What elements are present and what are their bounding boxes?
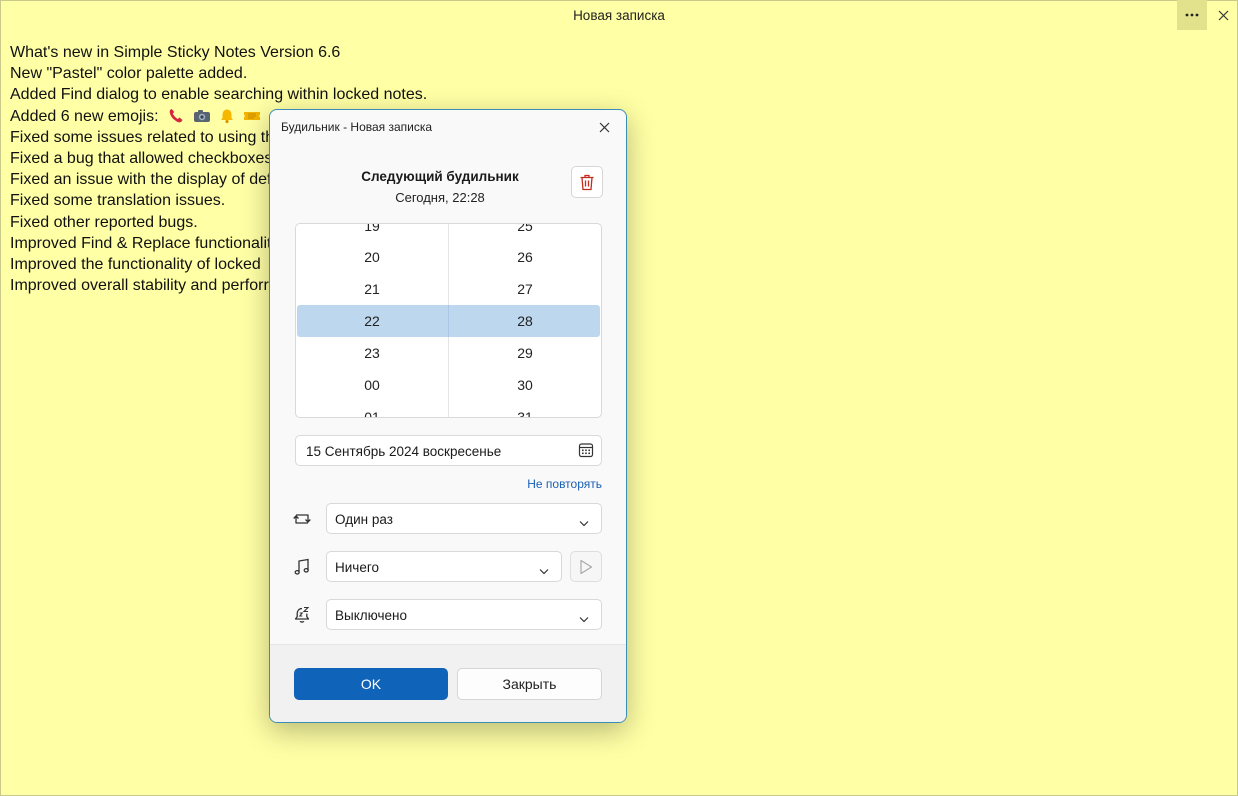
- close-icon: [599, 122, 609, 132]
- more-icon: [1185, 13, 1199, 17]
- hour-item[interactable]: 19: [296, 224, 448, 242]
- minute-item[interactable]: 26: [449, 241, 601, 273]
- minute-item[interactable]: 27: [449, 273, 601, 305]
- note-line: What's new in Simple Sticky Notes Versio…: [10, 44, 341, 61]
- dialog-close-button[interactable]: [594, 117, 614, 137]
- repeat-icon: [292, 509, 312, 529]
- hour-item-selected[interactable]: 22: [296, 305, 448, 337]
- camera-icon: [193, 109, 211, 123]
- close-button[interactable]: Закрыть: [457, 668, 602, 700]
- hour-item[interactable]: 21: [296, 273, 448, 305]
- snooze-dropdown[interactable]: Выключено: [326, 599, 602, 630]
- chevron-down-icon: [579, 610, 589, 628]
- hour-item[interactable]: 20: [296, 241, 448, 273]
- minute-item[interactable]: 31: [449, 401, 601, 417]
- minute-item[interactable]: 30: [449, 369, 601, 401]
- note-line: Added Find dialog to enable searching wi…: [10, 86, 428, 104]
- play-sound-button[interactable]: [570, 551, 602, 582]
- snooze-value: Выключено: [335, 608, 407, 623]
- minute-column[interactable]: 25 26 27 28 29 30 31: [449, 224, 601, 417]
- dialog-footer: OK Закрыть: [270, 644, 626, 722]
- ticket-icon: [243, 110, 261, 122]
- trash-icon: [580, 174, 594, 190]
- next-alarm-value: Сегодня, 22:28: [395, 190, 485, 205]
- repeat-value: Один раз: [335, 512, 393, 527]
- alarm-dialog: Будильник - Новая записка Следующий буди…: [269, 109, 627, 723]
- date-value: 15 Сентябрь 2024 воскресенье: [306, 444, 502, 459]
- minute-item[interactable]: 25: [449, 224, 601, 242]
- delete-alarm-button[interactable]: [571, 166, 603, 198]
- ok-button[interactable]: OK: [294, 668, 448, 700]
- chevron-down-icon: [579, 514, 589, 532]
- music-note-icon: [292, 557, 312, 577]
- chevron-down-icon: [539, 562, 549, 580]
- hour-item[interactable]: 23: [296, 337, 448, 369]
- note-line: New "Pastel" color palette added.: [10, 65, 248, 83]
- title-bar[interactable]: Новая записка: [0, 0, 1238, 32]
- close-icon: [1218, 10, 1228, 20]
- telephone-receiver-icon: [167, 108, 185, 124]
- minute-item-selected[interactable]: 28: [449, 305, 601, 337]
- play-icon: [580, 559, 593, 574]
- hour-column[interactable]: 19 20 21 22 23 00 01: [296, 224, 448, 417]
- date-field[interactable]: 15 Сентябрь 2024 воскресенье: [295, 435, 602, 466]
- hour-item[interactable]: 01: [296, 401, 448, 417]
- minute-item[interactable]: 29: [449, 337, 601, 369]
- close-window-button[interactable]: [1208, 0, 1238, 30]
- calendar-icon[interactable]: [578, 442, 594, 463]
- sound-dropdown[interactable]: Ничего: [326, 551, 562, 582]
- dialog-title: Будильник - Новая записка: [281, 120, 433, 134]
- bell-icon: [219, 108, 235, 124]
- window-title: Новая записка: [573, 8, 665, 23]
- no-repeat-link[interactable]: Не повторять: [527, 477, 602, 491]
- next-alarm-label: Следующий будильник: [361, 169, 519, 184]
- snooze-icon: [292, 605, 312, 625]
- hour-item[interactable]: 00: [296, 369, 448, 401]
- sound-value: Ничего: [335, 560, 379, 575]
- repeat-dropdown[interactable]: Один раз: [326, 503, 602, 534]
- more-options-button[interactable]: [1177, 0, 1207, 30]
- time-picker[interactable]: 19 20 21 22 23 00 01 25 26 27 28 29 30 3…: [295, 223, 602, 418]
- note-line-text: Added 6 new emojis:: [10, 107, 159, 125]
